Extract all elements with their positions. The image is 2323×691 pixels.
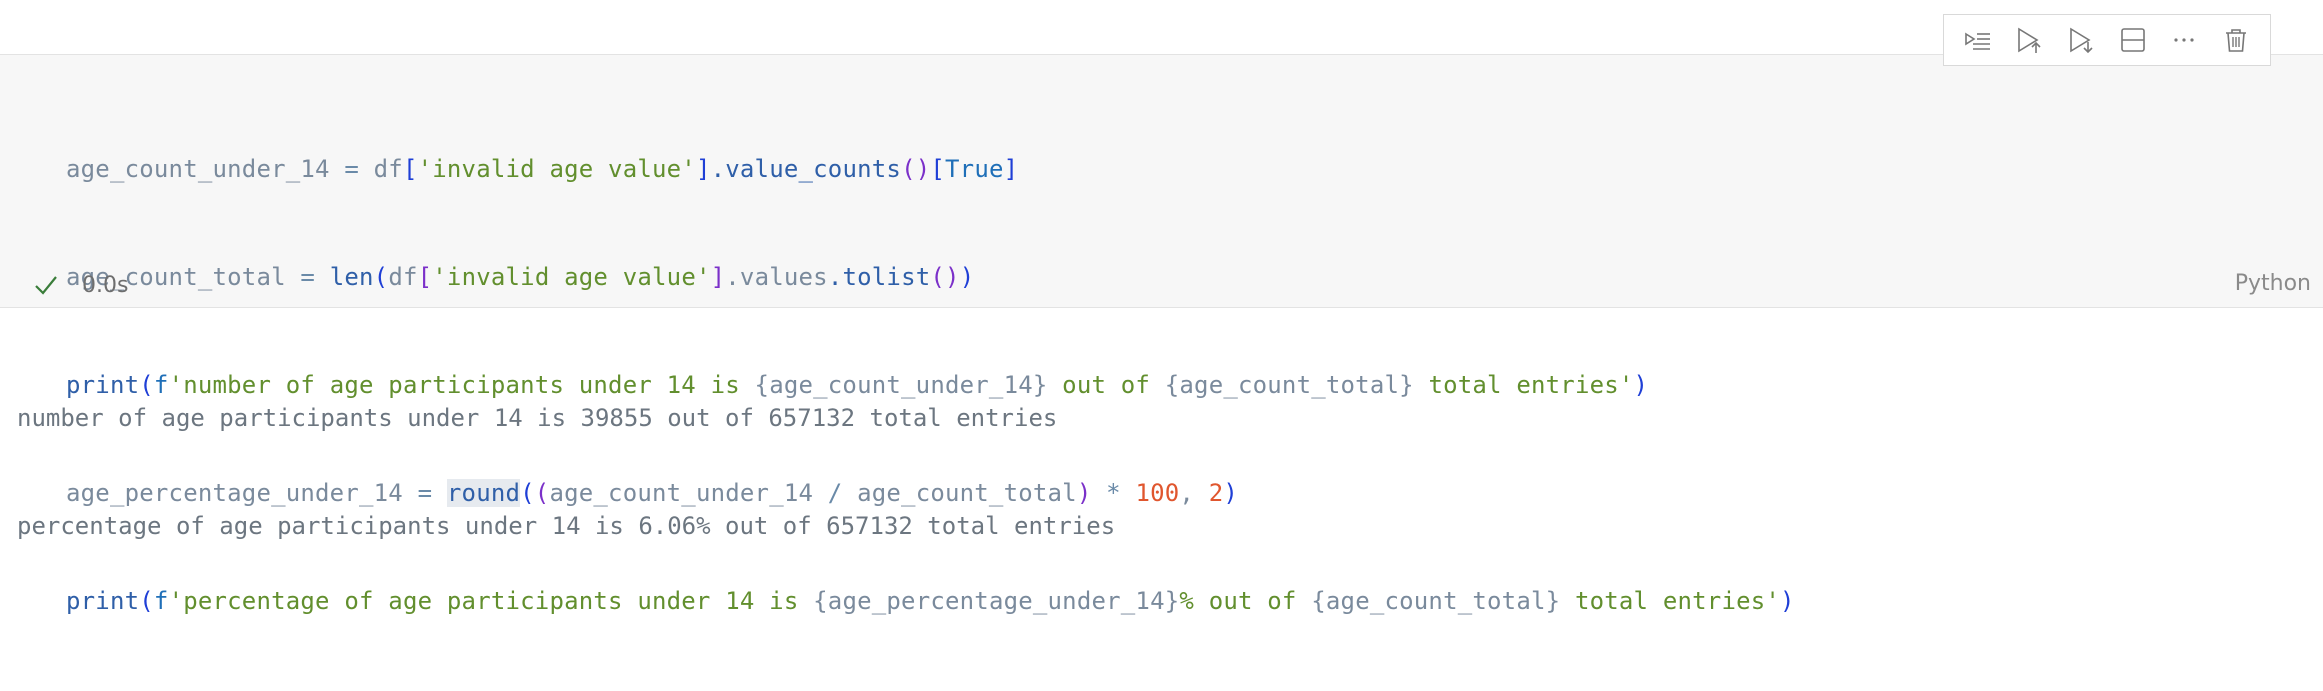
code-line[interactable]: print(f'percentage of age participants u…	[66, 583, 1795, 619]
brace: {	[1164, 371, 1180, 399]
string-literal: total entries'	[1560, 587, 1781, 615]
number-literal: 100	[1135, 479, 1180, 507]
run-above-icon	[2018, 27, 2042, 53]
method-call: .tolist	[827, 263, 931, 291]
paren: (	[373, 263, 389, 291]
builtin-function: len	[329, 263, 374, 291]
delete-cell-button[interactable]	[2216, 20, 2256, 60]
string-literal: 'percentage of age participants under 14…	[168, 587, 814, 615]
paren: )	[1633, 371, 1649, 399]
string-literal: % out of	[1179, 587, 1312, 615]
paren: )	[959, 263, 975, 291]
language-selector[interactable]: Python	[2235, 271, 2311, 296]
run-above-button[interactable]	[2009, 20, 2049, 60]
method-call: .value_counts	[710, 155, 902, 183]
code-line[interactable]: age_count_under_14 = df['invalid age val…	[66, 151, 1795, 187]
paren: )	[1780, 587, 1795, 615]
split-cell-button[interactable]	[2113, 20, 2153, 60]
more-icon	[2174, 38, 2195, 42]
run-below-icon	[2070, 27, 2093, 54]
variable: df	[373, 155, 403, 183]
code-line[interactable]: age_count_total = len(df['invalid age va…	[66, 259, 1795, 295]
output-line: number of age participants under 14 is 3…	[17, 404, 1058, 432]
bracket: ]	[695, 155, 711, 183]
builtin-function: print	[66, 587, 140, 615]
delete-icon	[2226, 29, 2247, 52]
cell-output: number of age participants under 14 is 3…	[17, 328, 1115, 580]
number-literal: 2	[1208, 479, 1224, 507]
keyword: True	[945, 155, 1004, 183]
bracket: ]	[1003, 155, 1019, 183]
attribute: .values	[725, 263, 828, 291]
brace: {	[1311, 587, 1326, 615]
variable: df	[388, 263, 418, 291]
run-below-button[interactable]	[2061, 20, 2101, 60]
fstring-prefix: f	[153, 587, 169, 615]
execute-above-icon	[1965, 32, 1990, 50]
cell-toolbar	[1943, 14, 2271, 66]
check-icon	[35, 276, 57, 295]
operator: =	[285, 263, 330, 291]
comma: ,	[1179, 479, 1209, 507]
execution-status: 0.0s	[32, 271, 128, 299]
more-actions-button[interactable]	[2164, 20, 2204, 60]
variable: age_count_under_14	[66, 155, 330, 183]
string-literal: 'invalid age value'	[432, 263, 711, 291]
operator: =	[329, 155, 374, 183]
bracket: [	[930, 155, 946, 183]
bracket: [	[417, 263, 433, 291]
brace: }	[1399, 371, 1414, 399]
brace: }	[1545, 587, 1561, 615]
paren: ()	[901, 155, 931, 183]
paren: ()	[930, 263, 960, 291]
code-cell[interactable]: age_count_under_14 = df['invalid age val…	[0, 54, 2323, 615]
split-cell-icon	[2120, 28, 2145, 52]
bracket: ]	[710, 263, 726, 291]
brace: {	[813, 587, 828, 615]
output-line: percentage of age participants under 14 …	[17, 512, 1116, 540]
variable: age_percentage_under_14	[827, 587, 1165, 615]
brace: }	[1164, 587, 1180, 615]
variable: age_count_total	[1179, 371, 1400, 399]
string-literal: 'invalid age value'	[417, 155, 696, 183]
bracket: [	[402, 155, 418, 183]
execute-above-button[interactable]	[1958, 20, 1998, 60]
variable: age_count_total	[1325, 587, 1546, 615]
string-literal: total entries'	[1413, 371, 1634, 399]
paren: )	[1223, 479, 1239, 507]
paren: (	[139, 587, 154, 615]
execution-time: 0.0s	[82, 272, 129, 298]
